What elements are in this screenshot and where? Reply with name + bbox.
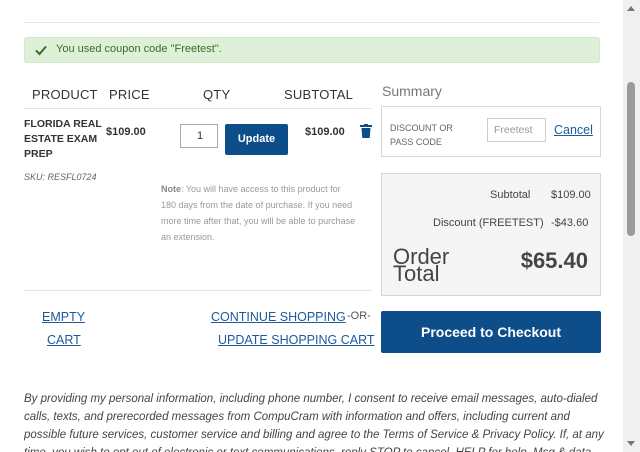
header-price: PRICE — [109, 87, 150, 102]
divider — [24, 290, 372, 291]
discount-value: -$43.60 — [551, 217, 589, 229]
empty-cart-link-line1[interactable]: EMPTY — [42, 310, 85, 324]
note-text: : You will have access to this product f… — [161, 184, 356, 242]
product-sku: SKU: RESFL0724 — [24, 172, 97, 182]
coupon-label: DISCOUNT OR PASS CODE — [390, 123, 453, 147]
divider — [24, 108, 372, 109]
coupon-success-alert: You used coupon code "Freetest". — [24, 37, 600, 63]
consent-disclaimer: By providing my personal information, in… — [24, 393, 604, 452]
scroll-down-icon[interactable] — [627, 441, 635, 446]
summary-title: Summary — [382, 83, 442, 99]
coupon-input[interactable]: Freetest — [487, 118, 546, 142]
trash-icon[interactable] — [360, 124, 372, 138]
header-product: PRODUCT — [32, 87, 98, 102]
update-button[interactable]: Update — [225, 124, 288, 155]
product-subtotal: $109.00 — [305, 126, 345, 138]
update-shopping-cart-link[interactable]: UPDATE SHOPPING CART — [218, 333, 375, 347]
order-total-label: Order Total — [393, 246, 473, 285]
header-subtotal: SUBTOTAL — [284, 87, 354, 102]
scrollbar-thumb[interactable] — [627, 82, 635, 236]
order-total-value: $65.40 — [520, 248, 588, 273]
cancel-coupon-link[interactable]: Cancel — [554, 123, 593, 137]
subtotal-label: Subtotal — [490, 189, 531, 201]
check-icon — [35, 45, 47, 56]
scroll-up-icon[interactable] — [627, 6, 635, 11]
product-note: Note: You will have access to this produ… — [161, 181, 356, 245]
scrollbar[interactable] — [623, 0, 640, 452]
continue-shopping-link[interactable]: CONTINUE SHOPPING — [211, 310, 346, 324]
quantity-input[interactable]: 1 — [180, 124, 218, 148]
discount-label: Discount (FREETEST) — [433, 217, 544, 229]
cart-page: You used coupon code "Freetest". PRODUCT… — [0, 0, 623, 452]
alert-message: You used coupon code "Freetest". — [56, 43, 222, 55]
product-name: FLORIDA REAL ESTATE EXAM PREP — [24, 118, 102, 160]
product-price: $109.00 — [106, 126, 146, 138]
or-separator: -OR- — [347, 310, 371, 322]
empty-cart-link-line2[interactable]: CART — [47, 333, 81, 347]
note-label: Note — [161, 184, 181, 194]
header-qty: QTY — [203, 87, 231, 102]
subtotal-value: $109.00 — [551, 189, 591, 201]
proceed-to-checkout-button[interactable]: Proceed to Checkout — [381, 311, 601, 353]
divider — [24, 22, 599, 23]
order-total-label-line2: Total — [393, 261, 440, 286]
coupon-box: DISCOUNT OR PASS CODE Freetest Cancel — [381, 106, 601, 157]
totals-box: Subtotal $109.00 Discount (FREETEST) -$4… — [381, 173, 601, 296]
